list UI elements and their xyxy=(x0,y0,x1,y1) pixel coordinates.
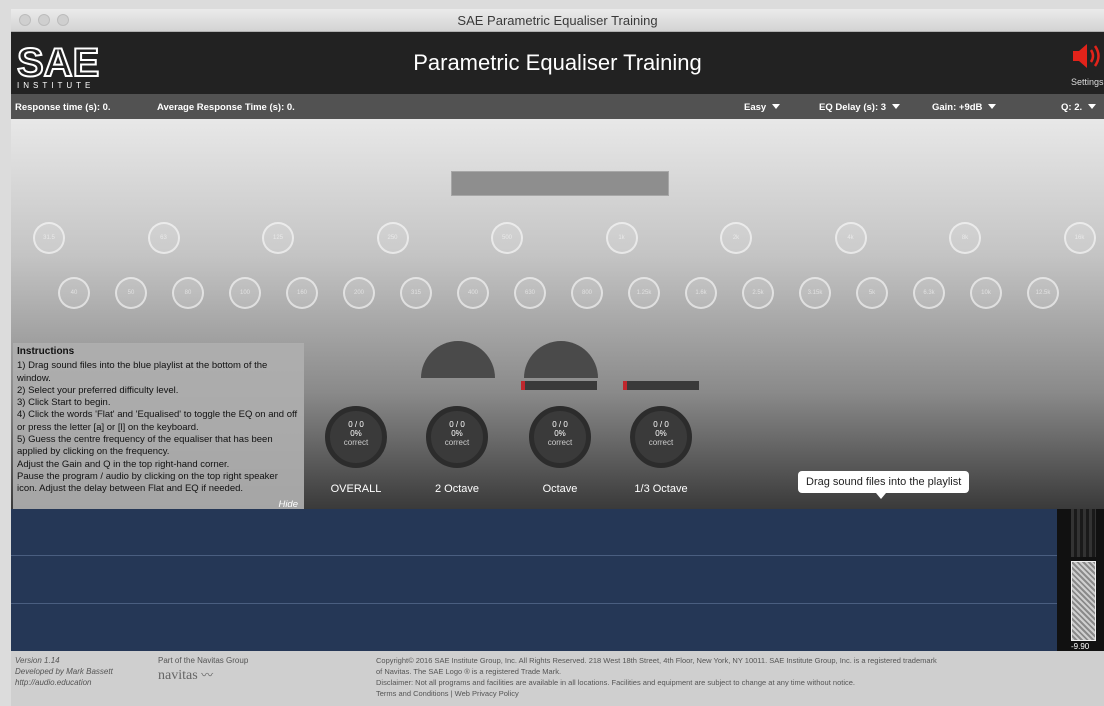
playlist-divider xyxy=(11,603,1057,604)
q-value: Q: 2. xyxy=(1061,102,1083,113)
octave-level-bar xyxy=(521,381,597,390)
copyright-text: Copyright© 2016 SAE Institute Group, Inc… xyxy=(376,656,937,665)
speaker-icon[interactable] xyxy=(1071,42,1101,70)
navitas-swoosh-icon: 〰 xyxy=(201,668,214,682)
third-octave-score-dial: 0 / 0 0% correct xyxy=(630,406,692,468)
overall-label: OVERALL xyxy=(330,483,382,495)
settings-link[interactable]: Settings xyxy=(1071,77,1104,87)
freq-button-400[interactable]: 400 xyxy=(457,277,489,309)
window-title: SAE Parametric Equaliser Training xyxy=(457,13,658,28)
two-octave-score-dial: 0 / 0 0% correct xyxy=(426,406,488,468)
freq-button-200[interactable]: 200 xyxy=(343,277,375,309)
gain-value: Gain: +9dB xyxy=(932,102,983,113)
difficulty-select[interactable]: Easy xyxy=(744,102,781,113)
third-octave-level-bar xyxy=(623,381,699,390)
two-octave-label[interactable]: 2 Octave xyxy=(417,483,497,495)
eq-octave-indicator xyxy=(524,341,598,378)
gain-select[interactable]: Gain: +9dB xyxy=(932,102,997,113)
chevron-down-icon xyxy=(892,104,901,109)
q-select[interactable]: Q: 2. xyxy=(1061,102,1097,113)
freq-button-80[interactable]: 80 xyxy=(172,277,204,309)
chevron-down-icon xyxy=(772,104,781,109)
freq-button-63[interactable]: 63 xyxy=(147,222,180,254)
freq-button-160[interactable]: 160 xyxy=(286,277,318,309)
app-header: SAE INSTITUTE Parametric Equaliser Train… xyxy=(11,32,1104,94)
freq-button-1.25k[interactable]: 1.25k xyxy=(628,277,660,309)
freq-button-50[interactable]: 50 xyxy=(115,277,147,309)
freq-button-8k[interactable]: 8k xyxy=(949,222,981,254)
eq-delay-value: EQ Delay (s): 3 xyxy=(819,102,887,113)
developer-label: Developed by Mark Bassett xyxy=(15,667,113,676)
avg-response-time: Average Response Time (s): 0. xyxy=(157,102,295,113)
freq-button-6.3k[interactable]: 6.3k xyxy=(913,277,945,309)
freq-button-100[interactable]: 100 xyxy=(229,277,261,309)
disclaimer-text: Disclaimer: Not all programs and facilit… xyxy=(376,678,855,687)
app-window: SAE Parametric Equaliser Training SAE IN… xyxy=(11,9,1104,706)
website-link[interactable]: http://audio.education xyxy=(15,677,92,688)
freq-button-125[interactable]: 125 xyxy=(262,222,294,254)
version-label: Version 1.14 xyxy=(15,656,60,665)
chevron-down-icon xyxy=(1088,104,1097,109)
third-octave-label[interactable]: 1/3 Octave xyxy=(621,483,701,495)
instructions-text: 1) Drag sound files into the blue playli… xyxy=(17,360,298,495)
meter-fill xyxy=(1071,561,1096,641)
freq-button-3.15k[interactable]: 3.15k xyxy=(799,277,831,309)
footer: Version 1.14 Developed by Mark Bassett h… xyxy=(11,651,1104,706)
freq-button-2.5k[interactable]: 2.5k xyxy=(742,277,774,309)
response-time: Response time (s): 0. xyxy=(15,102,111,113)
overall-score-dial: 0 / 0 0% correct xyxy=(325,406,387,468)
freq-button-1.6k[interactable]: 1.6k xyxy=(685,277,717,309)
freq-button-250[interactable]: 250 xyxy=(376,222,409,254)
chevron-down-icon xyxy=(988,104,997,109)
freq-button-4k[interactable]: 4k xyxy=(834,222,867,254)
freq-button-2k[interactable]: 2k xyxy=(720,222,752,254)
training-area: 31.5 63 125 250 500 1k 2k 4k 8k 16k 40 50 80 100 160 20… xyxy=(11,119,1104,515)
playlist-area[interactable] xyxy=(11,509,1057,651)
freq-button-31.5[interactable]: 31.5 xyxy=(33,222,65,254)
instructions-panel: Instructions 1) Drag sound files into th… xyxy=(13,343,304,515)
freq-button-10k[interactable]: 10k xyxy=(970,277,1002,309)
playlist-tooltip: Drag sound files into the playlist xyxy=(798,471,970,499)
eq-delay-select[interactable]: EQ Delay (s): 3 xyxy=(819,102,901,113)
freq-button-16k[interactable]: 16k xyxy=(1063,222,1096,254)
freq-button-12.5k[interactable]: 12.5k xyxy=(1027,277,1059,309)
terms-links[interactable]: Terms and Conditions | Web Privacy Polic… xyxy=(376,688,519,699)
navitas-logo: navitas 〰 xyxy=(158,668,214,683)
freq-button-500[interactable]: 500 xyxy=(491,222,523,254)
meter-scale xyxy=(1071,509,1096,557)
octave-label[interactable]: Octave xyxy=(520,483,600,495)
answer-display xyxy=(451,171,669,196)
freq-button-630[interactable]: 630 xyxy=(514,277,546,309)
level-meter: -9.90 xyxy=(1057,509,1104,651)
svg-text:INSTITUTE: INSTITUTE xyxy=(17,81,94,90)
meter-value: -9.90 xyxy=(1071,642,1090,651)
freq-button-800[interactable]: 800 xyxy=(571,277,603,309)
difficulty-value: Easy xyxy=(744,102,767,113)
freq-button-40[interactable]: 40 xyxy=(58,277,90,309)
status-bar: Response time (s): 0. Average Response T… xyxy=(11,94,1104,119)
app-title: Parametric Equaliser Training xyxy=(413,50,702,75)
eq-2-octave-indicator xyxy=(421,341,495,378)
freq-button-1k[interactable]: 1k xyxy=(605,222,638,254)
playlist-divider xyxy=(11,555,1057,556)
title-bar: SAE Parametric Equaliser Training xyxy=(11,9,1104,32)
octave-score-dial: 0 / 0 0% correct xyxy=(529,406,591,468)
instructions-heading: Instructions xyxy=(17,346,75,357)
freq-button-5k[interactable]: 5k xyxy=(856,277,888,309)
copyright-text-2: of Navitas. The SAE Logo ® is a register… xyxy=(376,667,562,676)
navitas-group-label: Part of the Navitas Group xyxy=(158,656,249,665)
freq-button-315[interactable]: 315 xyxy=(400,277,432,309)
